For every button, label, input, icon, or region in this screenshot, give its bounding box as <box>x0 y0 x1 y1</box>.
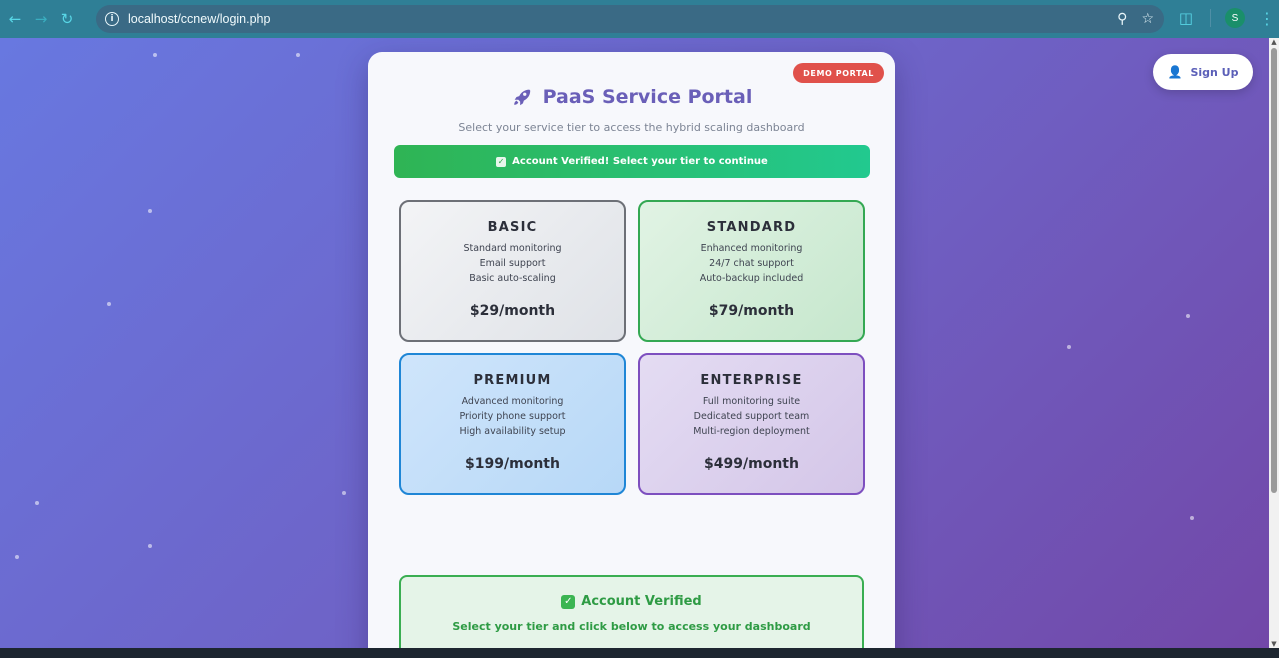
page-scrollbar[interactable]: ▲ ▼ <box>1269 38 1279 648</box>
site-info-icon[interactable]: i <box>105 12 119 26</box>
background-star <box>1186 314 1190 318</box>
tier-feature: Advanced monitoring <box>461 396 564 407</box>
tier-feature: Auto-backup included <box>699 273 804 284</box>
background-star <box>296 53 300 57</box>
extensions-puzzle-icon[interactable]: ◫ <box>1176 8 1196 28</box>
tier-price: $199/month <box>465 456 560 472</box>
checkmark-icon: ✓ <box>496 156 507 167</box>
tier-name: BASIC <box>487 220 538 235</box>
verified-banner: ✓ Account Verified! Select your tier to … <box>394 145 870 178</box>
tier-card-standard[interactable]: STANDARD Enhanced monitoring 24/7 chat s… <box>638 200 865 342</box>
forward-arrow-icon[interactable]: → <box>28 6 54 32</box>
background-star <box>107 302 111 306</box>
tier-name: PREMIUM <box>473 373 552 388</box>
scrollbar-thumb[interactable] <box>1271 48 1277 493</box>
verified-panel-title-row: ✓ Account Verified <box>401 594 862 609</box>
account-verified-panel: ✓ Account Verified Select your tier and … <box>399 575 864 648</box>
scroll-up-arrow-icon[interactable]: ▲ <box>1270 38 1278 46</box>
tier-card-enterprise[interactable]: ENTERPRISE Full monitoring suite Dedicat… <box>638 353 865 495</box>
verified-panel-title: Account Verified <box>581 594 702 609</box>
tier-feature: High availability setup <box>459 426 566 437</box>
tier-features: Full monitoring suite Dedicated support … <box>640 394 863 439</box>
scroll-down-arrow-icon[interactable]: ▼ <box>1270 640 1278 648</box>
browser-toolbar: ← → ↻ i localhost/ccnew/login.php ⚲ ☆ ◫ … <box>0 0 1279 38</box>
background-star <box>1190 516 1194 520</box>
bookmark-star-icon[interactable]: ☆ <box>1141 11 1154 27</box>
url-text[interactable]: localhost/ccnew/login.php <box>128 12 270 26</box>
tier-feature: 24/7 chat support <box>709 258 794 269</box>
tier-feature: Email support <box>479 258 546 269</box>
sign-up-button[interactable]: 👤 Sign Up <box>1153 54 1253 90</box>
back-arrow-icon[interactable]: ← <box>2 6 28 32</box>
page-background: 👤 Sign Up DEMO PORTAL PaaS Service Porta… <box>0 38 1269 648</box>
background-star <box>15 555 19 559</box>
page-title-row: PaaS Service Portal <box>368 86 895 108</box>
user-icon: 👤 <box>1167 65 1183 79</box>
background-star <box>1067 345 1071 349</box>
tier-feature: Basic auto-scaling <box>469 273 556 284</box>
background-star <box>153 53 157 57</box>
background-star <box>148 544 152 548</box>
toolbar-divider <box>1210 9 1211 27</box>
tier-name: STANDARD <box>706 220 797 235</box>
verified-banner-text: Account Verified! Select your tier to co… <box>512 156 768 167</box>
tier-card-premium[interactable]: PREMIUM Advanced monitoring Priority pho… <box>399 353 626 495</box>
rocket-icon <box>513 89 530 106</box>
verified-panel-text: Select your tier and click below to acce… <box>452 620 811 633</box>
tier-features: Enhanced monitoring 24/7 chat support Au… <box>640 241 863 286</box>
os-taskbar <box>0 648 1279 658</box>
profile-avatar[interactable]: S <box>1225 8 1245 28</box>
portal-card: DEMO PORTAL PaaS Service Portal Select y… <box>368 52 895 648</box>
tier-card-basic[interactable]: BASIC Standard monitoring Email support … <box>399 200 626 342</box>
tier-price: $499/month <box>704 456 799 472</box>
tier-feature: Full monitoring suite <box>702 396 801 407</box>
tier-feature: Dedicated support team <box>693 411 810 422</box>
tier-price: $79/month <box>708 303 795 319</box>
tier-feature: Multi-region deployment <box>693 426 810 437</box>
checkmark-icon: ✓ <box>561 594 576 609</box>
page-title: PaaS Service Portal <box>542 86 753 108</box>
background-star <box>342 491 346 495</box>
demo-portal-badge: DEMO PORTAL <box>793 63 884 83</box>
tier-name: ENTERPRISE <box>700 373 803 388</box>
sign-up-label: Sign Up <box>1190 65 1239 79</box>
reload-icon[interactable]: ↻ <box>54 6 80 32</box>
tier-price: $29/month <box>469 303 556 319</box>
page-subtitle: Select your service tier to access the h… <box>458 121 805 134</box>
browser-menu-icon[interactable]: ⋮ <box>1259 9 1275 28</box>
background-star <box>148 209 152 213</box>
tier-features: Standard monitoring Email support Basic … <box>401 241 624 286</box>
address-bar[interactable]: i localhost/ccnew/login.php ⚲ ☆ <box>96 5 1164 33</box>
tier-feature: Enhanced monitoring <box>700 243 803 254</box>
tier-features: Advanced monitoring Priority phone suppo… <box>401 394 624 439</box>
background-star <box>35 501 39 505</box>
zoom-icon[interactable]: ⚲ <box>1117 11 1127 27</box>
tier-feature: Standard monitoring <box>463 243 562 254</box>
tier-feature: Priority phone support <box>459 411 566 422</box>
